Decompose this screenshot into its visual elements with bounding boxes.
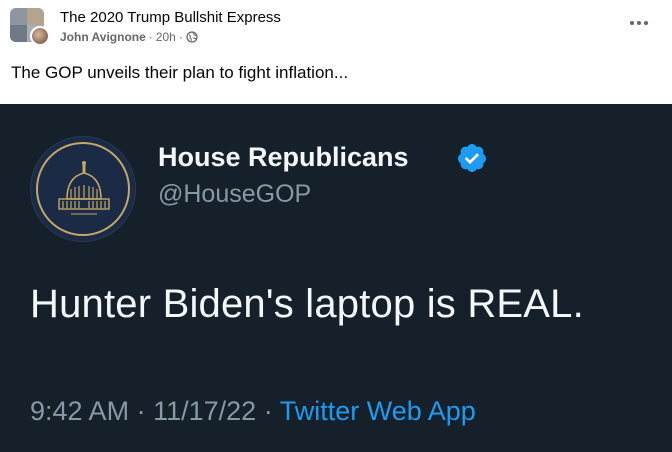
more-options-button[interactable] xyxy=(626,14,652,32)
meta-separator: · xyxy=(263,396,273,426)
group-name-link[interactable]: The 2020 Trump Bullshit Express xyxy=(60,9,281,26)
globe-icon xyxy=(186,31,198,43)
post-header: The 2020 Trump Bullshit Express John Avi… xyxy=(0,0,672,104)
tweet-source: Twitter Web App xyxy=(279,396,476,426)
more-horizontal-icon xyxy=(630,21,634,25)
tweet-time: 9:42 AM xyxy=(30,396,130,426)
more-horizontal-icon xyxy=(637,21,641,25)
post-timestamp[interactable]: 20h xyxy=(156,30,176,44)
tweet-screenshot-image[interactable]: House Republicans @HouseGOP Hunter Biden… xyxy=(0,104,672,452)
group-avatar-photo xyxy=(10,25,27,42)
house-gop-avatar xyxy=(30,136,136,242)
more-horizontal-icon xyxy=(644,21,648,25)
author-avatar[interactable] xyxy=(30,26,50,46)
tweet-handle: @HouseGOP xyxy=(158,180,312,208)
tweet-meta: 9:42 AM · 11/17/22 · Twitter Web App xyxy=(30,396,476,427)
group-avatar-photo xyxy=(10,8,27,25)
tweet-date: 11/17/22 xyxy=(153,396,257,426)
meta-separator: · xyxy=(178,30,183,44)
meta-separator: · xyxy=(136,396,146,426)
verified-badge-icon xyxy=(457,144,486,172)
post-meta: John Avignone · 20h · xyxy=(60,30,198,44)
tweet-text: Hunter Biden's laptop is REAL. xyxy=(30,282,584,326)
capitol-dome-icon xyxy=(58,161,110,215)
group-avatar-photo xyxy=(27,8,44,25)
post-text: The GOP unveils their plan to fight infl… xyxy=(11,63,349,82)
author-name-link[interactable]: John Avignone xyxy=(60,30,146,44)
meta-separator: · xyxy=(148,30,153,44)
tweet-display-name: House Republicans xyxy=(158,142,409,172)
